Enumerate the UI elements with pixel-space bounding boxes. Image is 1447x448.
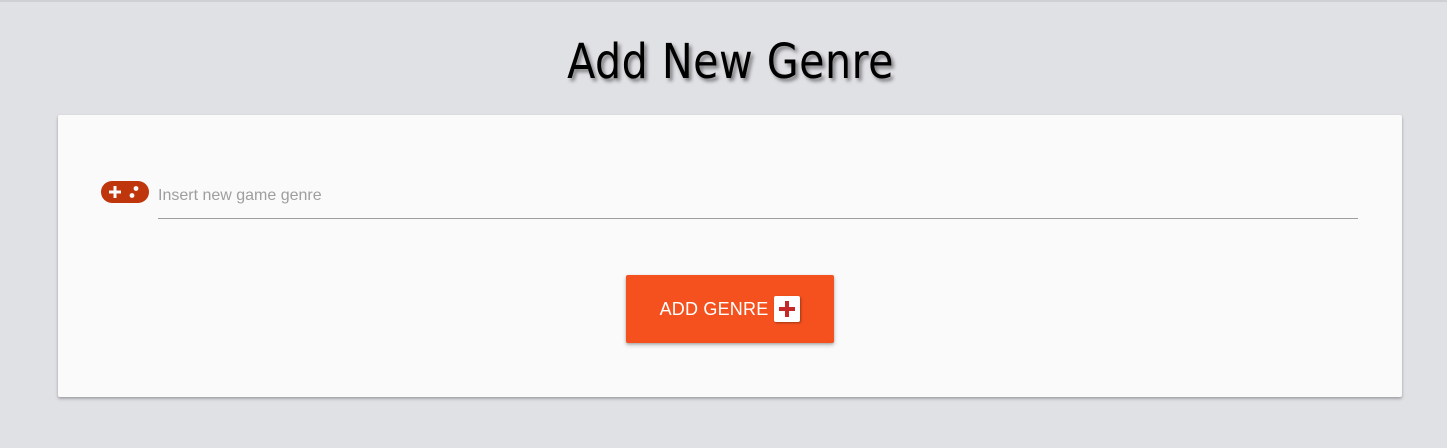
top-divider: [0, 0, 1447, 2]
page-title: Add New Genre: [567, 34, 894, 90]
add-genre-button-label: ADD GENRE: [659, 298, 769, 319]
add-genre-card: ADD GENRE: [58, 115, 1402, 397]
gamepad-icon: [101, 181, 149, 203]
plus-box-icon: [774, 296, 801, 322]
add-genre-button[interactable]: ADD GENRE: [626, 275, 834, 343]
genre-input[interactable]: [158, 173, 1358, 219]
